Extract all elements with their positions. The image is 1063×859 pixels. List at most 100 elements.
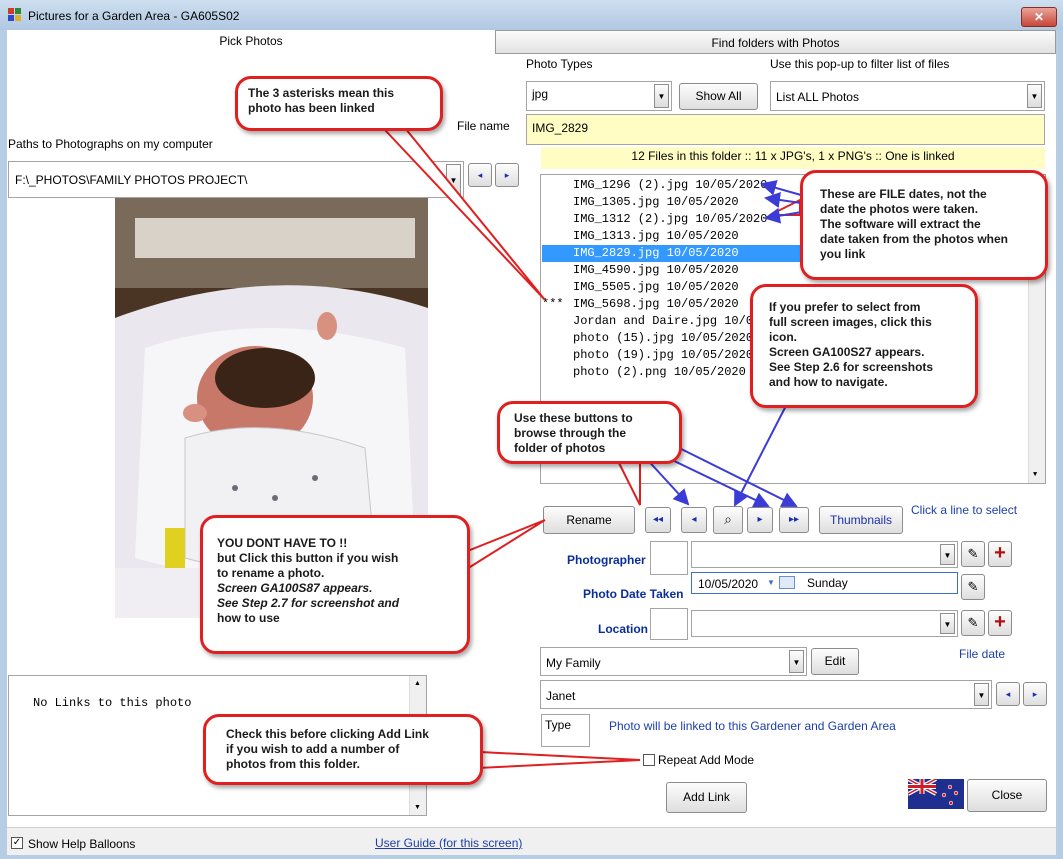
balloon-line: folder of photos [514,441,606,455]
file-list-item[interactable]: *** IMG_5698.jpg 10/05/2020 [542,296,739,313]
file-name-input[interactable]: IMG_2829 [526,114,1045,145]
thumbnails-button[interactable]: Thumbnails [819,506,903,534]
date-edit-button[interactable]: ✎ [961,574,985,600]
file-list-item[interactable]: photo (15).jpg 10/05/2020 [542,330,753,347]
photo-type-value: jpg [532,87,549,101]
last-photo-button[interactable]: ▸▸ [779,507,809,533]
path-value: F:\_PHOTOS\FAMILY PHOTOS PROJECT\ [15,173,248,187]
file-list-item-label: IMG_1313.jpg 10/05/2020 [573,229,739,243]
nz-flag-icon [908,779,964,809]
balloon-line: Use these buttons to [514,411,633,425]
file-list-item[interactable]: IMG_1312 (2).jpg 10/05/2020 [542,211,767,228]
garden-area-select[interactable]: My Family ▼ [540,647,807,676]
file-list-item[interactable]: photo (2).png 10/05/2020 [542,364,746,381]
show-help-checkbox[interactable]: ✓ [11,837,23,849]
tab-pick-photos[interactable]: Pick Photos [7,30,495,54]
date-taken-input[interactable]: 10/05/2020 ▼ Sunday [691,572,958,594]
date-dropdown-icon[interactable]: ▼ [767,578,775,587]
garden-area-value: My Family [546,656,601,670]
help-balloon-full-screen: If you prefer to select from full screen… [750,284,978,408]
chevron-down-icon[interactable]: ▼ [940,613,955,634]
help-balloon-rename: YOU DONT HAVE TO !! but Click this butto… [200,515,470,654]
balloon-line: If you prefer to select from [769,300,921,314]
next-photo-button[interactable]: ▸ [747,507,773,533]
prev-photo-button[interactable]: ◂ [681,507,707,533]
help-balloon-file-dates: These are FILE dates, not the date the p… [800,170,1048,280]
gardener-next-button[interactable]: ▸ [1023,682,1047,706]
file-list-item-label: IMG_2829.jpg 10/05/2020 [573,246,739,260]
location-edit-button[interactable]: ✎ [961,610,985,636]
chevron-down-icon[interactable]: ▼ [789,650,804,673]
balloon-line: and how to navigate. [769,375,888,389]
help-balloon-repeat: Check this before clicking Add Link if y… [203,714,483,785]
file-list-item-label: IMG_5505.jpg 10/05/2020 [573,280,739,294]
file-list-item[interactable]: IMG_2829.jpg 10/05/2020 [542,245,814,262]
pencil-icon: ✎ [967,579,979,594]
file-list-item-label: IMG_1305.jpg 10/05/2020 [573,195,739,209]
location-select[interactable]: ▼ [691,610,958,637]
chevron-down-icon[interactable]: ▼ [1027,84,1042,108]
location-add-button[interactable]: + [988,610,1012,636]
file-list-item-label: IMG_1312 (2).jpg 10/05/2020 [573,212,768,226]
gardener-select[interactable]: Janet ▼ [540,680,992,709]
balloon-line: date the photos were taken. [820,202,979,216]
balloon-line: The software will extract the [820,217,981,231]
scroll-up-icon[interactable]: ▲ [414,680,421,687]
balloon-line: photo has been linked [248,101,375,115]
photographer-select[interactable]: ▼ [691,541,958,568]
path-prev-button[interactable]: ◂ [468,163,492,187]
calendar-icon[interactable] [779,576,795,589]
photographer-code-input[interactable] [650,541,688,575]
chevron-down-icon[interactable]: ▼ [446,164,461,195]
location-code-input[interactable] [650,608,688,640]
rename-button[interactable]: Rename [543,506,635,534]
close-button[interactable]: Close [967,779,1047,812]
balloon-line: Screen GA100S27 appears. [769,345,925,359]
chevron-down-icon[interactable]: ▼ [654,84,669,108]
file-list-item[interactable]: IMG_4590.jpg 10/05/2020 [542,262,739,279]
photographer-label: Photographer [567,553,646,567]
path-next-button[interactable]: ▸ [495,163,519,187]
balloon-line: full screen images, click this [769,315,932,329]
repeat-add-checkbox[interactable] [643,754,655,766]
balloon-line: to rename a photo. [217,566,325,580]
file-list-item[interactable]: IMG_1313.jpg 10/05/2020 [542,228,739,245]
add-link-button[interactable]: Add Link [666,782,747,813]
file-list-item-label: IMG_4590.jpg 10/05/2020 [573,263,739,277]
balloon-line: YOU DONT HAVE TO !! [217,536,348,550]
user-guide-link[interactable]: User Guide (for this screen) [375,836,522,850]
photographer-add-button[interactable]: + [988,541,1012,567]
window-close-button[interactable]: ✕ [1021,7,1057,27]
tab-find-folders[interactable]: Find folders with Photos [495,30,1056,54]
file-list-item-label: photo (19).jpg 10/05/2020 [573,348,754,362]
chevron-down-icon[interactable]: ▼ [940,544,955,565]
magnifier-page-icon: ⌕ [724,511,732,527]
filter-value: List ALL Photos [776,90,859,104]
type-label: Type [545,718,572,732]
scroll-down-icon[interactable]: ▼ [414,804,421,811]
balloon-line: you link [820,247,866,261]
filter-select[interactable]: List ALL Photos ▼ [770,81,1045,111]
first-photo-button[interactable]: ◂◂ [645,507,671,533]
gardener-prev-button[interactable]: ◂ [996,682,1020,706]
file-list-item[interactable]: photo (19).jpg 10/05/2020 [542,347,753,364]
linked-marker: *** [542,297,564,311]
click-line-hint: Click a line to select [911,503,1018,517]
gardener-value: Janet [546,689,576,703]
scroll-down-icon[interactable]: ▼ [1033,471,1037,479]
edit-garden-area-button[interactable]: Edit [811,648,859,675]
date-taken-label: Photo Date Taken [583,587,684,601]
photo-types-label: Photo Types [526,57,593,71]
photo-type-select[interactable]: jpg ▼ [526,81,672,111]
file-list-item[interactable]: IMG_1305.jpg 10/05/2020 [542,194,739,211]
file-list-item[interactable]: IMG_1296 (2).jpg 10/05/2020 [542,177,767,194]
photographer-edit-button[interactable]: ✎ [961,541,985,567]
show-all-button[interactable]: Show All [679,83,758,110]
file-list-item[interactable]: IMG_5505.jpg 10/05/2020 [542,279,739,296]
file-name-value: IMG_2829 [532,121,589,135]
date-value: 10/05/2020 [698,577,759,591]
path-select[interactable]: F:\_PHOTOS\FAMILY PHOTOS PROJECT\ ▼ [8,161,464,198]
chevron-down-icon[interactable]: ▼ [974,683,989,706]
full-screen-preview-button[interactable]: ⌕ [713,506,743,534]
type-box[interactable]: Type [541,714,590,747]
